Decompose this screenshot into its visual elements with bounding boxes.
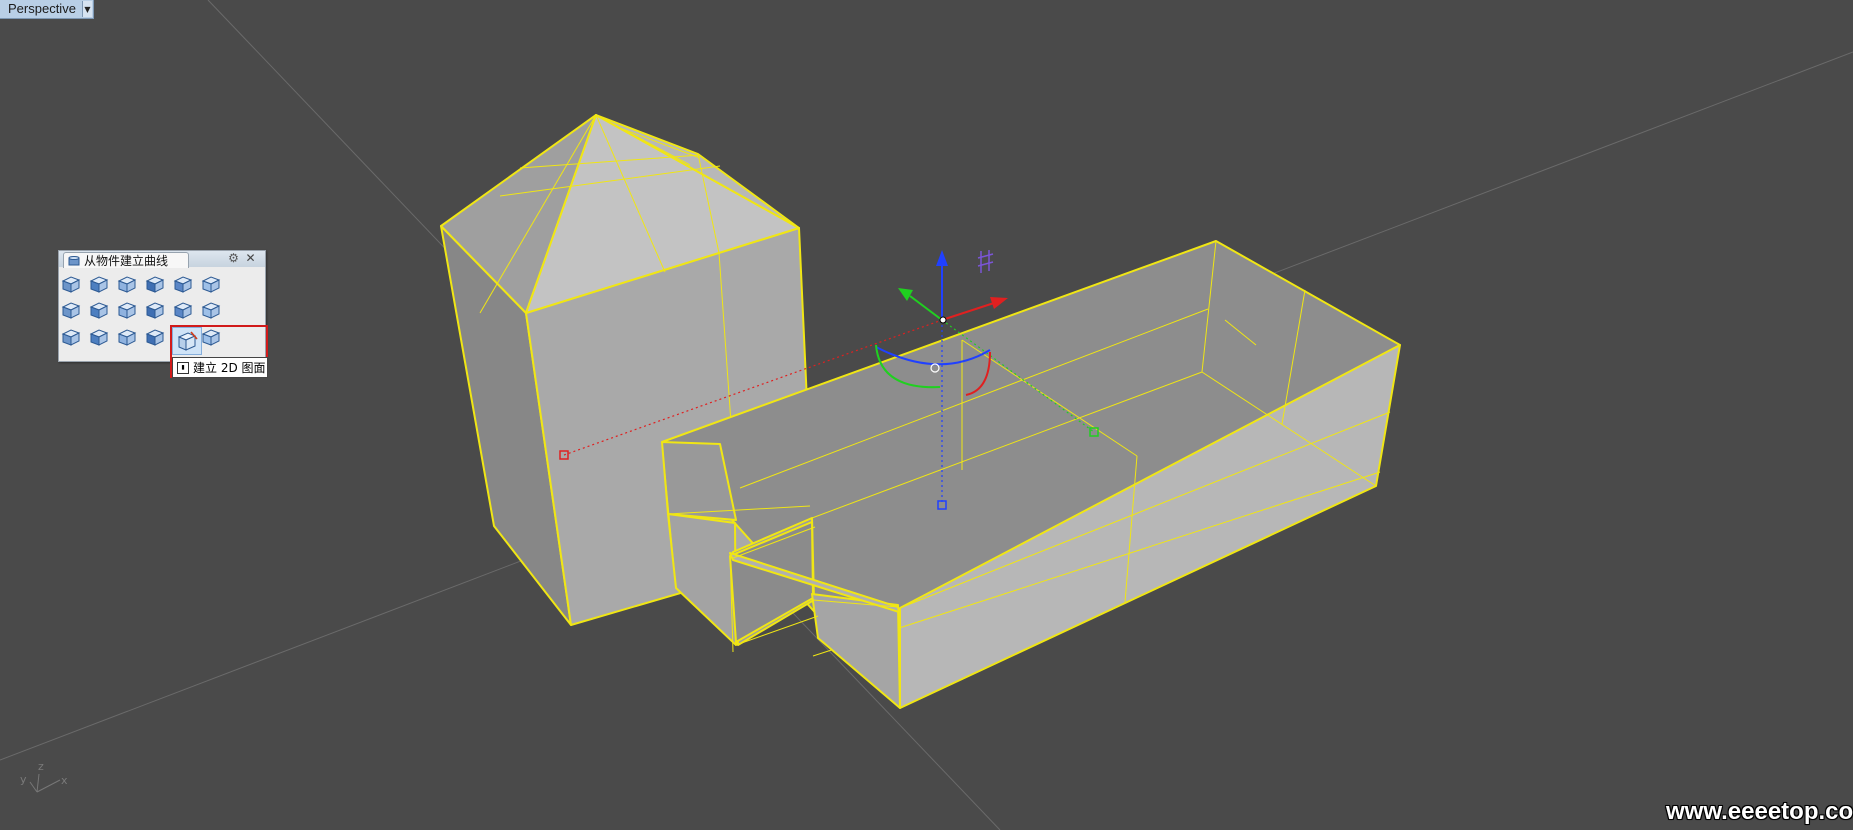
silhouette-icon <box>201 276 221 293</box>
watermark: www.eeeetop.com <box>1666 798 1853 825</box>
mouse-icon: ▮ <box>177 361 189 374</box>
section-icon <box>173 276 193 293</box>
front-notch-face[interactable] <box>811 593 901 709</box>
contour-button[interactable] <box>143 272 167 296</box>
gumball-menu-icon[interactable] <box>977 250 994 273</box>
gumball-x-arrow-shaft[interactable] <box>941 302 995 321</box>
extract-points-button[interactable] <box>115 325 139 349</box>
point-cloud-icon <box>145 329 165 346</box>
duplicate-edge-button[interactable] <box>59 272 83 296</box>
tooltip: ▮ 建立 2D 图面 <box>172 357 268 378</box>
gumball-x-arrow-head[interactable] <box>990 297 1008 309</box>
gumball-y-arrow-head[interactable] <box>898 288 913 301</box>
intersect-icon <box>173 302 193 319</box>
perspective-viewport[interactable]: Perspective ▼ x y z <box>0 0 1853 830</box>
toolbar-tab[interactable]: 从物件建立曲线 <box>63 252 189 268</box>
gear-icon[interactable]: ⚙ <box>227 252 240 265</box>
box-button[interactable] <box>87 325 111 349</box>
box-icon <box>89 329 109 346</box>
make-2d-icon <box>177 331 198 351</box>
contour-icon <box>145 276 165 293</box>
step-front-face[interactable] <box>667 513 737 646</box>
intersect-button[interactable] <box>171 298 195 322</box>
extract-wireframe-button[interactable] <box>59 298 83 322</box>
mesh-outline-icon <box>61 329 81 346</box>
point-cloud-button[interactable] <box>143 325 167 349</box>
section-button[interactable] <box>171 272 195 296</box>
viewport-menu-arrow-icon[interactable]: ▼ <box>81 1 92 17</box>
gumball-center[interactable] <box>939 316 947 324</box>
gumball-y-arrow-shaft[interactable] <box>909 295 943 321</box>
make-2d-button[interactable] <box>172 327 202 355</box>
extract-wireframe-icon <box>61 302 81 319</box>
extract-points-icon <box>117 329 137 346</box>
project-curve-icon <box>117 302 137 319</box>
axis-x-label: x <box>61 774 68 787</box>
viewport-title-tab[interactable]: Perspective ▼ <box>0 0 94 19</box>
duplicate-border-button[interactable] <box>87 272 111 296</box>
extract-isocurve-icon <box>89 302 109 319</box>
mesh-outline-button[interactable] <box>59 325 83 349</box>
tooltip-text: 建立 2D 图面 <box>193 361 266 375</box>
close-icon[interactable]: ✕ <box>244 252 257 265</box>
duplicate-border-icon <box>89 276 109 293</box>
axis-z-label: z <box>38 760 44 773</box>
duplicate-face-border-icon <box>201 302 221 319</box>
pull-curve-icon <box>145 302 165 319</box>
flat-surface-icon <box>117 276 137 293</box>
scene-canvas[interactable] <box>0 0 1853 830</box>
extract-isocurve-button[interactable] <box>87 298 111 322</box>
duplicate-face-border-button[interactable] <box>199 298 223 322</box>
pull-curve-button[interactable] <box>143 298 167 322</box>
gumball-z-arrow-head[interactable] <box>936 250 948 266</box>
viewport-title[interactable]: Perspective <box>0 0 82 18</box>
toolbar-tab-icon <box>68 255 80 265</box>
toolbar-title: 从物件建立曲线 <box>84 253 169 268</box>
duplicate-edge-icon <box>61 276 81 293</box>
silhouette-button[interactable] <box>199 272 223 296</box>
axes-widget <box>29 773 61 793</box>
toolbar-header[interactable]: 从物件建立曲线 ⚙ ✕ <box>59 251 265 268</box>
flat-surface-button[interactable] <box>115 272 139 296</box>
axis-y-label: y <box>20 773 27 786</box>
project-curve-button[interactable] <box>115 298 139 322</box>
